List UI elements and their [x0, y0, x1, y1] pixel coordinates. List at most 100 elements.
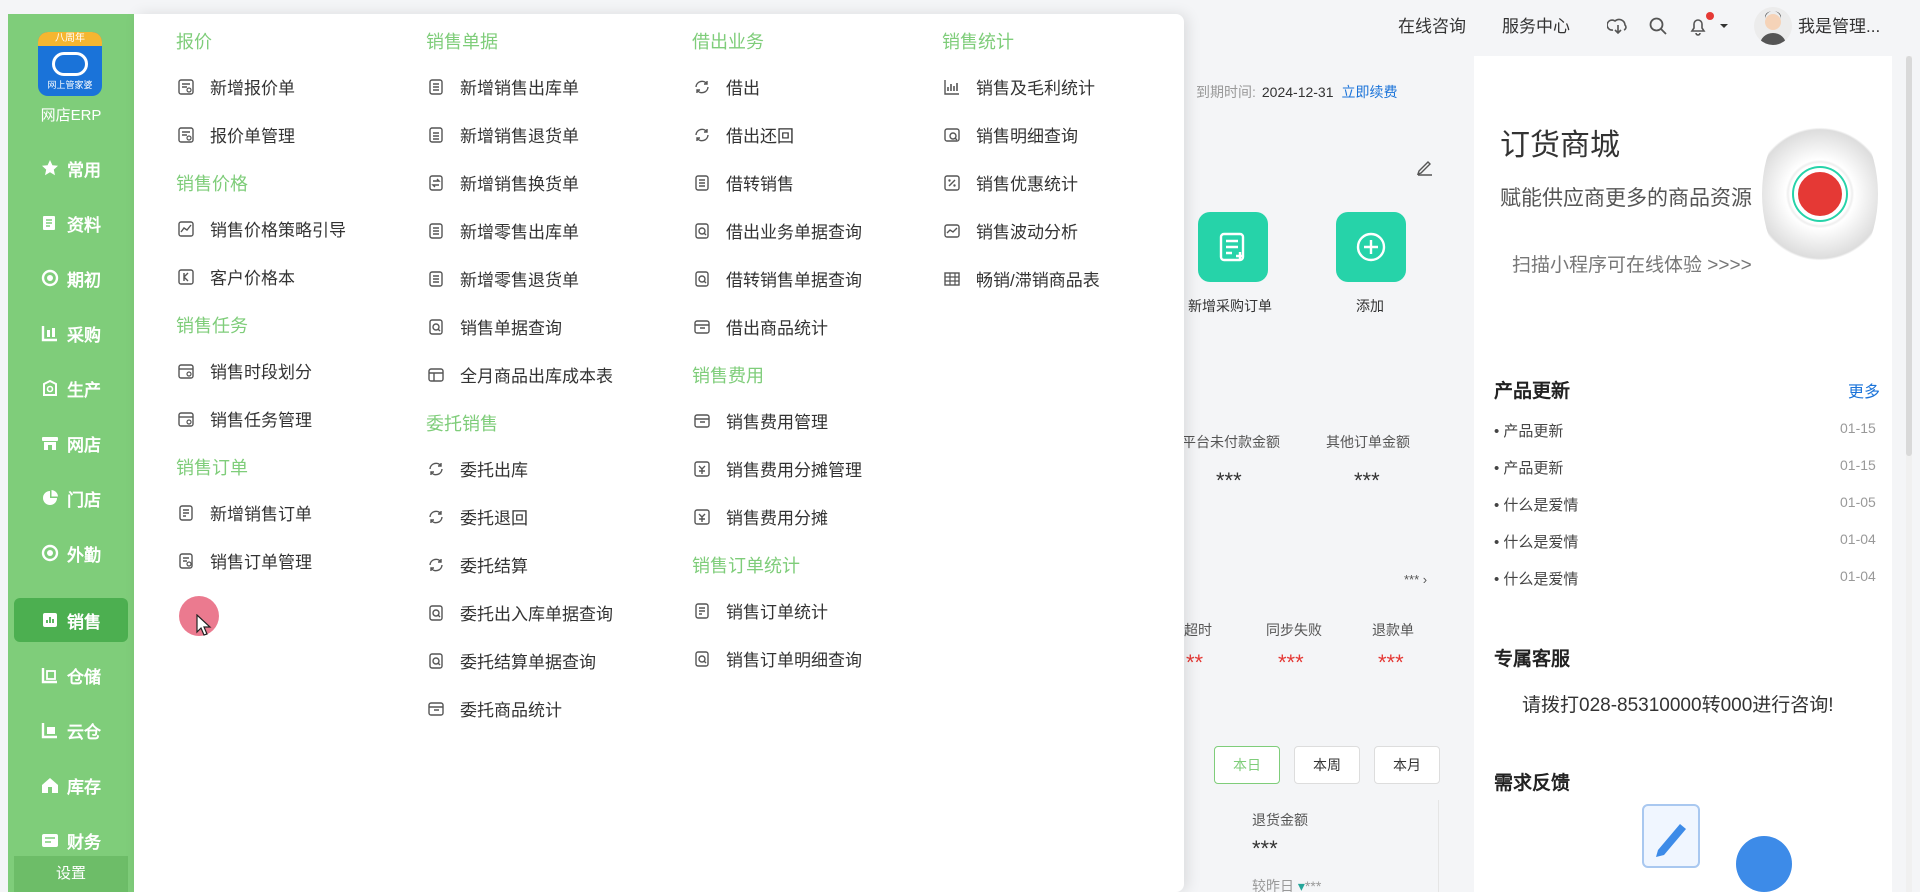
sidebar-item-field[interactable]: 外勤 [14, 531, 128, 575]
menu-item-expense-alloc-manage[interactable]: 销售费用分摊管理 [692, 456, 862, 481]
menu-item-consign-return[interactable]: 委托退回 [426, 504, 528, 529]
target-icon [41, 269, 59, 287]
menu-item-consign-settle-query[interactable]: 委托结算单据查询 [426, 648, 596, 673]
order-add-icon [176, 503, 196, 523]
quick-action-purchase-order[interactable] [1198, 212, 1268, 282]
scrollbar-thumb[interactable] [1906, 56, 1912, 456]
menu-item-lend-doc-query[interactable]: 借出业务单据查询 [692, 218, 862, 243]
calendar-icon [176, 361, 196, 381]
card-divider [1438, 800, 1439, 892]
app-logo[interactable]: 八周年 网上管家婆 [38, 32, 102, 96]
quote-manage-icon [176, 125, 196, 145]
edit-icon[interactable] [1416, 158, 1434, 181]
sidebar-item-label: 期初 [67, 270, 101, 290]
sidebar-item-eshop[interactable]: 网店 [14, 421, 128, 465]
feedback-button[interactable] [1736, 836, 1792, 892]
menu-item-lend[interactable]: 借出 [692, 74, 760, 99]
list-item[interactable]: • 什么是爱情 [1494, 494, 1578, 515]
menu-item-consign-io-query[interactable]: 委托出入库单据查询 [426, 600, 613, 625]
download-icon[interactable] [1606, 14, 1630, 38]
factory-icon [41, 379, 59, 397]
settings-button[interactable]: 设置 [14, 856, 128, 892]
menu-item-lend-return[interactable]: 借出还回 [692, 122, 794, 147]
menu-item-new-retail-return[interactable]: 新增零售退货单 [426, 266, 579, 291]
menu-item-price-strategy[interactable]: 销售价格策略引导 [176, 216, 346, 241]
avatar[interactable] [1754, 7, 1792, 45]
updates-title: 产品更新 [1494, 381, 1571, 402]
menu-item-label: 销售费用分摊管理 [726, 461, 862, 480]
menu-item-new-sales-out[interactable]: 新增销售出库单 [426, 74, 579, 99]
page-scrollbar[interactable] [1906, 56, 1912, 892]
menu-item-consign-out[interactable]: 委托出库 [426, 456, 528, 481]
sidebar-item-label: 常用 [67, 160, 101, 180]
menu-item-quote-manage[interactable]: 报价单管理 [176, 122, 295, 147]
menu-item-expense-alloc[interactable]: 销售费用分摊 [692, 504, 828, 529]
menu-item-sales-period[interactable]: 销售时段划分 [176, 358, 312, 383]
quick-action-add[interactable] [1336, 212, 1406, 282]
topbar-service-link[interactable]: 服务中心 [1502, 12, 1570, 37]
sidebar-item-purchase[interactable]: 采购 [14, 311, 128, 355]
menu-item-order-detail-query[interactable]: 销售订单明细查询 [692, 646, 862, 671]
sidebar-item-production[interactable]: 生产 [14, 366, 128, 410]
menu-item-sales-order-manage[interactable]: 销售订单管理 [176, 548, 312, 573]
renew-link[interactable]: 立即续费 [1342, 84, 1398, 100]
menu-item-order-stat[interactable]: 销售订单统计 [692, 598, 828, 623]
sidebar-item-label: 生产 [67, 380, 101, 400]
sidebar-item-inventory[interactable]: 库存 [14, 763, 128, 807]
menu-item-expense-manage[interactable]: 销售费用管理 [692, 408, 828, 433]
period-month-button[interactable]: 本月 [1374, 746, 1440, 784]
sidebar-item-storage[interactable]: 仓储 [14, 653, 128, 697]
sidebar-item-opening[interactable]: 期初 [14, 256, 128, 300]
menu-item-consign-goods-stat[interactable]: 委托商品统计 [426, 696, 562, 721]
menu-item-best-slow-goods[interactable]: 畅销/滞销商品表 [942, 266, 1100, 291]
returns-compare: 较昨日 ▾*** [1252, 876, 1321, 892]
search-icon[interactable] [1646, 14, 1670, 38]
topbar-consult-link[interactable]: 在线咨询 [1398, 12, 1466, 37]
menu-item-monthly-cost[interactable]: 全月商品出库成本表 [426, 362, 613, 387]
period-today-button[interactable]: 本日 [1214, 746, 1280, 784]
banner-scan[interactable]: 扫描小程序可在线体验 >>>> [1512, 250, 1752, 277]
logo-cloud-icon [52, 52, 88, 76]
sidebar-item-common[interactable]: 常用 [14, 146, 128, 190]
alloc-icon [692, 459, 712, 479]
user-name[interactable]: 我是管理... [1798, 12, 1880, 37]
menu-item-customer-price[interactable]: 客户价格本 [176, 264, 295, 289]
menu-item-label: 销售时段划分 [210, 363, 312, 382]
menu-item-sales-doc-query[interactable]: 销售单据查询 [426, 314, 562, 339]
menu-item-new-retail-out[interactable]: 新增零售出库单 [426, 218, 579, 243]
list-item[interactable]: • 产品更新 [1494, 420, 1563, 441]
sidebar-item-cloud-warehouse[interactable]: 云仓 [14, 708, 128, 752]
menu-item-label: 借出商品统计 [726, 319, 828, 338]
menu-item-sales-detail-query[interactable]: 销售明细查询 [942, 122, 1078, 147]
menu-section-title: 销售费用 [692, 366, 764, 386]
menu-item-lend-sale-query[interactable]: 借转销售单据查询 [692, 266, 862, 291]
menu-item-lend-goods-stat[interactable]: 借出商品统计 [692, 314, 828, 339]
menu-item-consign-settle[interactable]: 委托结算 [426, 552, 528, 577]
period-week-button[interactable]: 本周 [1294, 746, 1360, 784]
menu-item-label: 销售订单统计 [726, 603, 828, 622]
menu-item-new-sales-return[interactable]: 新增销售退货单 [426, 122, 579, 147]
menu-item-new-quote[interactable]: 新增报价单 [176, 74, 295, 99]
sidebar-item-sales[interactable]: 销售 [14, 598, 128, 642]
menu-item-new-sales-exchange[interactable]: 新增销售换货单 [426, 170, 579, 195]
sidebar-item-label: 网店 [67, 435, 101, 455]
menu-item-sales-fluctuation[interactable]: 销售波动分析 [942, 218, 1078, 243]
list-item[interactable]: • 什么是爱情 [1494, 531, 1578, 552]
list-item[interactable]: • 产品更新 [1494, 457, 1563, 478]
updates-more-link[interactable]: 更多 [1848, 378, 1880, 402]
menu-item-label: 新增报价单 [210, 79, 295, 98]
more-masked-link[interactable]: *** › [1404, 572, 1427, 587]
chevron-down-icon[interactable] [1712, 14, 1736, 38]
sidebar-item-store[interactable]: 门店 [14, 476, 128, 520]
menu-item-lend-to-sale[interactable]: 借转销售 [692, 170, 794, 195]
menu-section-title: 销售任务 [176, 316, 248, 336]
menu-item-sales-profit-stat[interactable]: 销售及毛利统计 [942, 74, 1095, 99]
menu-item-sales-task[interactable]: 销售任务管理 [176, 406, 312, 431]
sidebar-item-data[interactable]: 资料 [14, 201, 128, 245]
menu-item-new-sales-order[interactable]: 新增销售订单 [176, 500, 312, 525]
returns-compare-arrow-icon: ▾ [1297, 878, 1305, 892]
list-item[interactable]: • 什么是爱情 [1494, 568, 1578, 589]
order-manage-icon [176, 551, 196, 571]
sidebar-item-label: 财务 [67, 832, 101, 852]
menu-item-sales-discount-stat[interactable]: 销售优惠统计 [942, 170, 1078, 195]
